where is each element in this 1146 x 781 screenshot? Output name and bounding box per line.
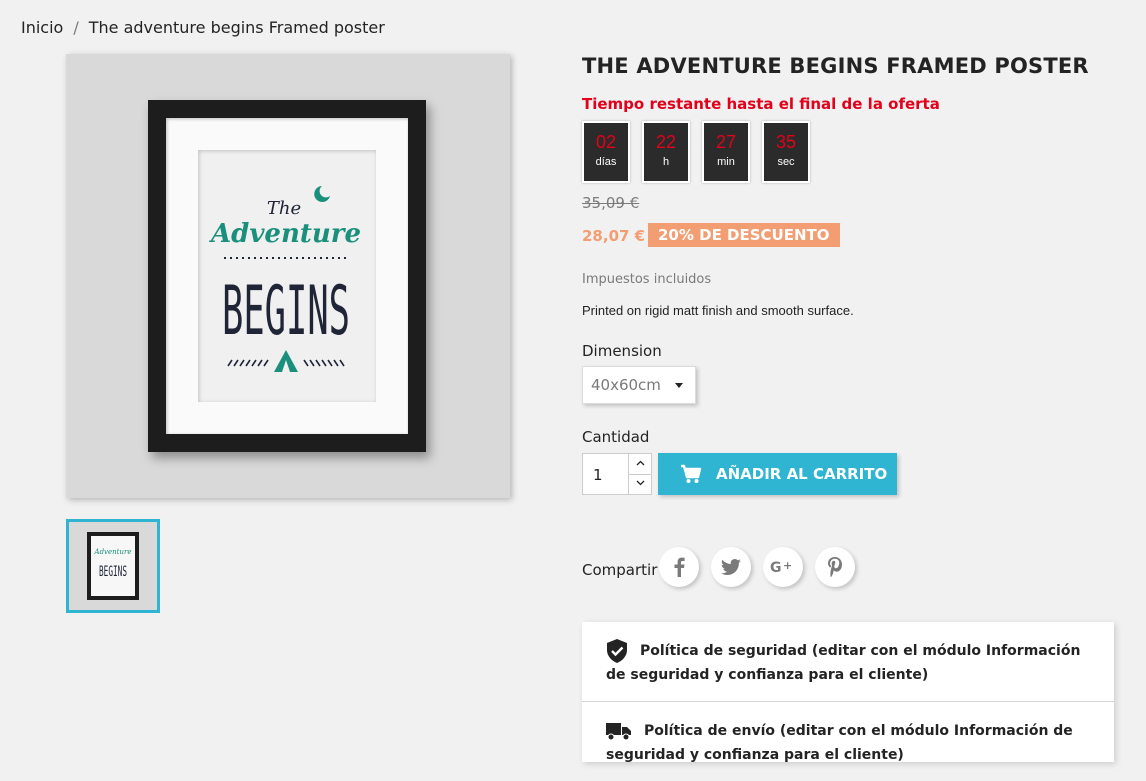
countdown-timer: 02 días 22 h 27 min 35 sec bbox=[582, 121, 810, 183]
countdown-label: Tiempo restante hasta el final de la ofe… bbox=[582, 95, 940, 113]
quantity-decrease-button[interactable] bbox=[629, 474, 651, 494]
poster-artwork: The Adventure BEGINS bbox=[198, 150, 376, 402]
security-policy-text: Política de seguridad (editar con el mód… bbox=[606, 643, 1081, 683]
poster-frame: The Adventure BEGINS bbox=[148, 100, 426, 452]
facebook-icon bbox=[674, 557, 685, 577]
google-plus-share-button[interactable]: G + bbox=[763, 547, 803, 587]
social-share: G + bbox=[659, 547, 855, 587]
reassurance-block: Política de seguridad (editar con el mód… bbox=[582, 622, 1114, 763]
countdown-value: 02 bbox=[595, 132, 617, 152]
countdown-value: 22 bbox=[655, 132, 677, 152]
countdown-unit: sec bbox=[777, 156, 795, 168]
sale-price: 28,07 € bbox=[582, 227, 646, 245]
quantity-value: 1 bbox=[593, 466, 603, 484]
countdown-hours: 22 h bbox=[642, 121, 690, 183]
shipping-policy-text: Política de envío (editar con el módulo … bbox=[606, 723, 1073, 763]
poster-mat: The Adventure BEGINS bbox=[166, 118, 408, 434]
shield-icon bbox=[607, 639, 627, 663]
security-policy-item: Política de seguridad (editar con el mód… bbox=[582, 622, 1114, 701]
chevron-down-icon bbox=[675, 383, 683, 388]
quantity-input[interactable]: 1 bbox=[582, 453, 652, 495]
countdown-value: 35 bbox=[775, 132, 797, 152]
poster-art-svg: The Adventure BEGINS bbox=[208, 186, 361, 372]
breadcrumb-separator: / bbox=[73, 18, 79, 37]
svg-text:+: + bbox=[783, 559, 792, 572]
countdown-minutes: 27 min bbox=[702, 121, 750, 183]
pinterest-icon bbox=[828, 557, 842, 577]
twitter-icon bbox=[721, 559, 741, 575]
poster-text-begins: BEGINS bbox=[222, 272, 350, 351]
dimension-selected-value: 40x60cm bbox=[591, 376, 661, 394]
poster-hatch-right bbox=[303, 359, 345, 367]
google-plus-icon: G + bbox=[770, 559, 792, 575]
truck-icon bbox=[606, 723, 631, 741]
discount-badge: 20% DE DESCUENTO bbox=[648, 223, 840, 247]
dimension-select[interactable]: 40x60cm bbox=[582, 366, 696, 404]
quantity-label: Cantidad bbox=[582, 428, 650, 446]
product-title: THE ADVENTURE BEGINS FRAMED POSTER bbox=[582, 54, 1089, 78]
facebook-share-button[interactable] bbox=[659, 547, 699, 587]
pinterest-share-button[interactable] bbox=[815, 547, 855, 587]
poster-text-the: The bbox=[267, 198, 301, 219]
quantity-stepper bbox=[628, 454, 651, 494]
chevron-up-icon bbox=[636, 460, 644, 466]
breadcrumb: Inicio / The adventure begins Framed poste… bbox=[21, 18, 385, 37]
thumbnail-text-adventure: Adventure bbox=[94, 548, 132, 556]
chevron-down-icon bbox=[636, 480, 644, 486]
thumbnail-mat: Adventure BEGINS bbox=[91, 536, 135, 596]
thumbnail-text-begins: BEGINS bbox=[99, 564, 127, 580]
countdown-unit: días bbox=[595, 156, 617, 168]
add-to-cart-button[interactable]: AÑADIR AL CARRITO bbox=[658, 453, 897, 495]
twitter-share-button[interactable] bbox=[711, 547, 751, 587]
product-thumbnail[interactable]: Adventure BEGINS bbox=[66, 519, 160, 613]
breadcrumb-current: The adventure begins Framed poster bbox=[88, 18, 385, 37]
countdown-seconds: 35 sec bbox=[762, 121, 810, 183]
product-main-image[interactable]: The Adventure BEGINS bbox=[66, 54, 510, 498]
poster-hatch-left bbox=[227, 359, 269, 367]
countdown-unit: h bbox=[662, 156, 670, 168]
add-to-cart-label: AÑADIR AL CARRITO bbox=[716, 465, 888, 483]
shopping-cart-icon bbox=[681, 464, 702, 483]
breadcrumb-home-link[interactable]: Inicio bbox=[21, 18, 63, 37]
poster-text-adventure: Adventure bbox=[208, 219, 361, 249]
share-label: Compartir bbox=[582, 561, 658, 579]
svg-text:G: G bbox=[770, 560, 782, 575]
thumbnail-art-svg: Adventure BEGINS bbox=[94, 548, 132, 580]
thumbnail-frame: Adventure BEGINS bbox=[87, 532, 139, 600]
moon-icon bbox=[314, 186, 330, 202]
shipping-policy-item: Política de envío (editar con el módulo … bbox=[582, 701, 1114, 781]
countdown-days: 02 días bbox=[582, 121, 630, 183]
product-description: Printed on rigid matt finish and smooth … bbox=[582, 303, 854, 318]
tax-label: Impuestos incluidos bbox=[582, 272, 712, 287]
countdown-unit: min bbox=[717, 156, 735, 168]
regular-price: 35,09 € bbox=[582, 194, 640, 212]
dimension-label: Dimension bbox=[582, 342, 662, 360]
countdown-value: 27 bbox=[715, 132, 737, 152]
quantity-increase-button[interactable] bbox=[629, 454, 651, 475]
